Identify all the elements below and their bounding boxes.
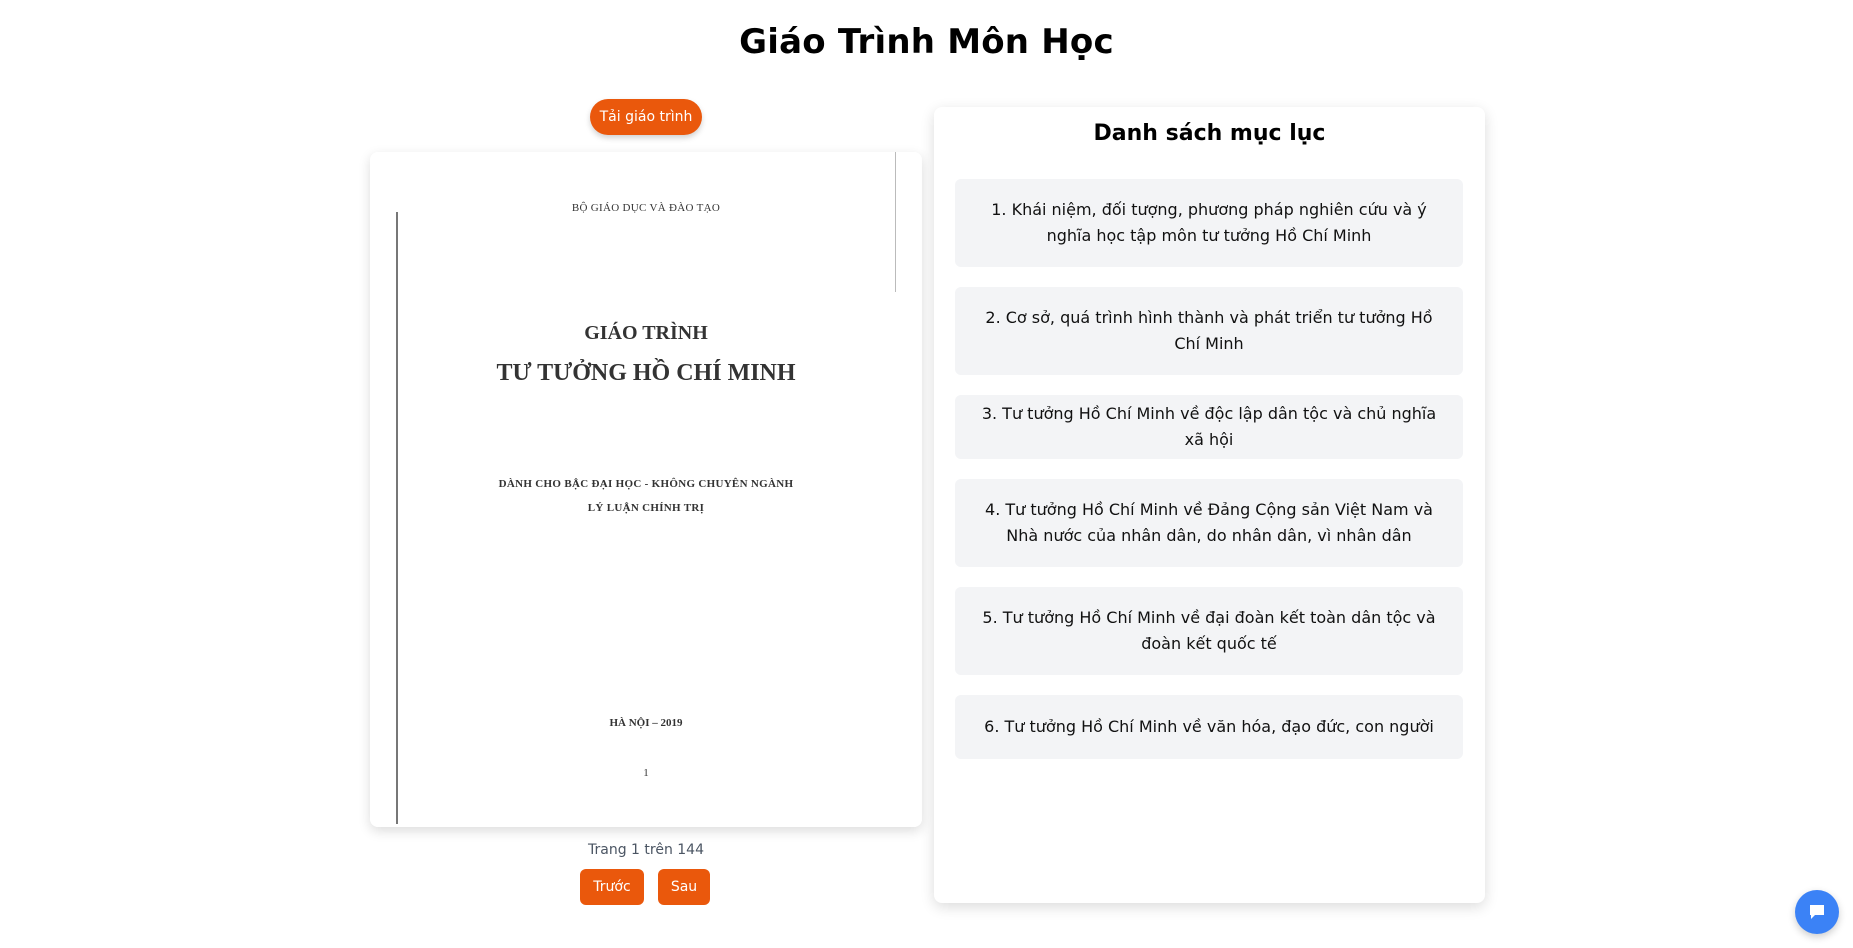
scan-edge-line [895, 152, 896, 292]
toc-item[interactable]: 6. Tư tưởng Hồ Chí Minh về văn hóa, đạo … [955, 695, 1463, 759]
next-page-button[interactable]: Sau [658, 869, 710, 905]
toc-item[interactable]: 5. Tư tưởng Hồ Chí Minh về đại đoàn kết … [955, 587, 1463, 675]
toc-item[interactable]: 3. Tư tưởng Hồ Chí Minh về độc lập dân t… [955, 395, 1463, 459]
prev-page-button[interactable]: Trước [580, 869, 644, 905]
chat-bubble-icon [1810, 905, 1824, 919]
toc-title: Danh sách mục lục [1093, 121, 1326, 146]
page-indicator: Trang 1 trên 144 [588, 842, 704, 858]
document-ministry: BỘ GIÁO DỤC VÀ ĐÀO TẠO [571, 202, 721, 214]
toc-item[interactable]: 4. Tư tưởng Hồ Chí Minh về Đảng Cộng sản… [955, 479, 1463, 567]
document-city-year: HÀ NỘI – 2019 [609, 717, 683, 729]
document-subtitle-line2: LÝ LUẬN CHÍNH TRỊ [587, 502, 705, 514]
document-title-line1: GIÁO TRÌNH [584, 322, 708, 344]
document-page: BỘ GIÁO DỤC VÀ ĐÀO TẠO GIÁO TRÌNH TƯ TƯỞ… [370, 152, 922, 827]
document-page-number: 1 [643, 767, 649, 779]
page-title: Giáo Trình Môn Học [739, 22, 1114, 62]
toc-item[interactable]: 1. Khái niệm, đối tượng, phương pháp ngh… [955, 179, 1463, 267]
document-subtitle-line1: DÀNH CHO BẬC ĐẠI HỌC - KHÔNG CHUYÊN NGÀN… [498, 478, 794, 490]
document-title-line2: TƯ TƯỞNG HỒ CHÍ MINH [496, 360, 796, 386]
toc-panel: Danh sách mục lục 1. Khái niệm, đối tượn… [934, 107, 1485, 903]
document-viewer[interactable]: BỘ GIÁO DỤC VÀ ĐÀO TẠO GIÁO TRÌNH TƯ TƯỞ… [370, 152, 922, 827]
scan-edge-line [396, 212, 398, 824]
toc-item[interactable]: 2. Cơ sở, quá trình hình thành và phát t… [955, 287, 1463, 375]
chat-button[interactable] [1795, 890, 1839, 934]
download-button[interactable]: Tải giáo trình [590, 99, 702, 135]
